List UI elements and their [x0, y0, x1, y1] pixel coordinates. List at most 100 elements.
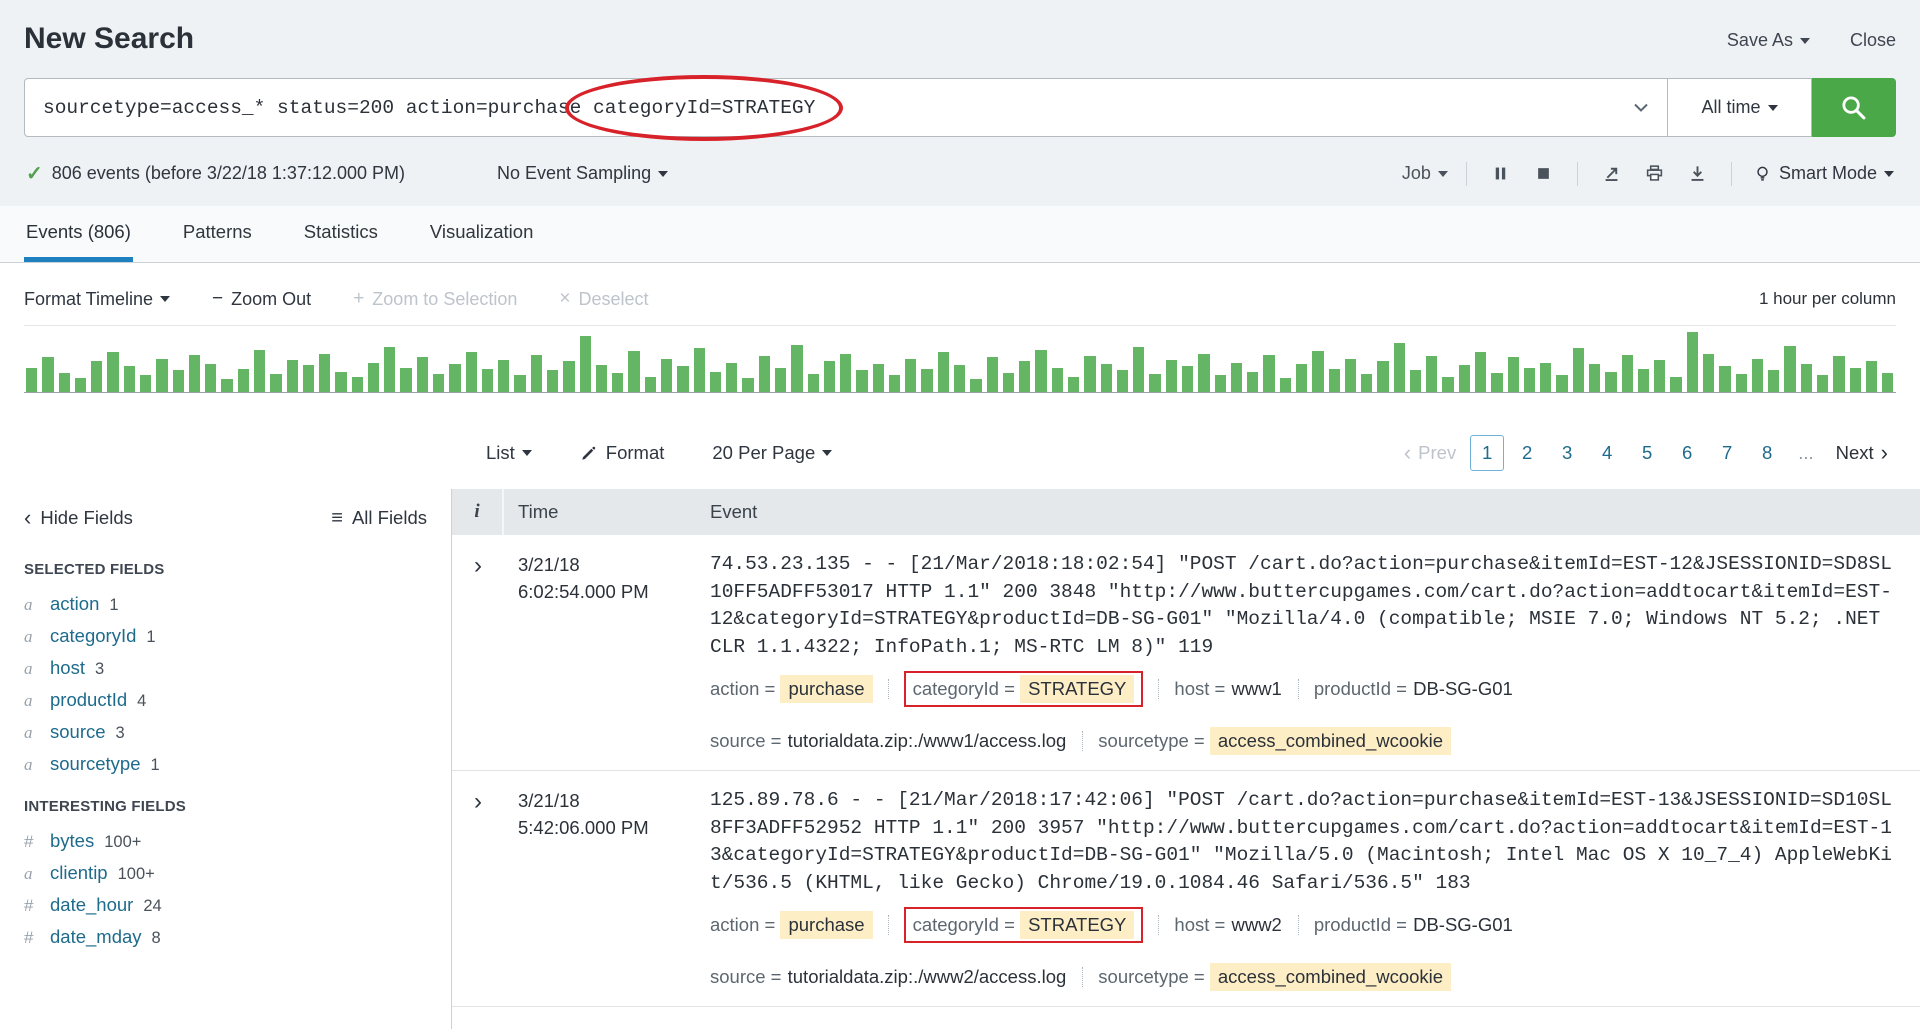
job-menu[interactable]: Job [1402, 163, 1448, 184]
timeline-bar[interactable] [26, 368, 37, 392]
timeline-bar[interactable] [1784, 346, 1795, 392]
pause-job-button[interactable] [1491, 164, 1510, 183]
format-results-button[interactable]: Format [580, 442, 665, 464]
timeline-bar[interactable] [1149, 374, 1160, 392]
timeline-bar[interactable] [1019, 361, 1030, 392]
page-button-4[interactable]: 4 [1590, 435, 1624, 471]
timeline-bar[interactable] [1573, 348, 1584, 392]
timeline-bar[interactable] [921, 369, 932, 392]
timeline-bar[interactable] [889, 375, 900, 392]
timeline-bar[interactable] [1719, 366, 1730, 392]
timeline-bar[interactable] [759, 356, 770, 392]
timeline-bar[interactable] [124, 366, 135, 392]
share-job-button[interactable] [1602, 164, 1621, 183]
field-tag-productId[interactable]: productId = DB-SG-G01 [1314, 912, 1514, 938]
timeline-bar[interactable] [335, 372, 346, 392]
save-as-menu[interactable]: Save As [1727, 30, 1810, 51]
timeline-bar[interactable] [1394, 343, 1405, 392]
zoom-to-selection-button[interactable]: + Zoom to Selection [353, 288, 517, 310]
timeline-bar[interactable] [1508, 357, 1519, 392]
timeline-bar[interactable] [514, 375, 525, 392]
timeline-bar[interactable] [384, 347, 395, 392]
page-button-3[interactable]: 3 [1550, 435, 1584, 471]
field-item-categoryId[interactable]: acategoryId1 [24, 620, 427, 652]
timeline-bar[interactable] [1215, 375, 1226, 392]
field-tag-categoryId[interactable]: categoryId = STRATEGY [904, 907, 1144, 943]
all-fields-button[interactable]: ≡ All Fields [331, 507, 427, 529]
timeline-bar[interactable] [303, 365, 314, 392]
timeline-bar[interactable] [1198, 354, 1209, 392]
timeline-bar[interactable] [840, 354, 851, 392]
page-button-6[interactable]: 6 [1670, 435, 1704, 471]
timeline-chart[interactable] [24, 325, 1896, 393]
field-tag-value[interactable]: DB-SG-G01 [1412, 912, 1514, 938]
timeline-bar[interactable] [1638, 369, 1649, 392]
timeline-bar[interactable] [1524, 368, 1535, 392]
timeline-bar[interactable] [1182, 366, 1193, 392]
timeline-bar[interactable] [1280, 378, 1291, 392]
timeline-bar[interactable] [987, 357, 998, 392]
timeline-bar[interactable] [726, 363, 737, 392]
timeline-bar[interactable] [1263, 355, 1274, 392]
event-raw-text[interactable]: 125.89.78.6 - - [21/Mar/2018:17:42:06] "… [710, 787, 1892, 897]
timeline-bar[interactable] [563, 361, 574, 392]
timeline-bar[interactable] [905, 359, 916, 392]
timeline-bar[interactable] [1231, 363, 1242, 392]
timeline-bar[interactable] [417, 357, 428, 392]
timeline-bar[interactable] [1654, 360, 1665, 392]
timeline-bar[interactable] [1752, 359, 1763, 392]
timeline-bar[interactable] [91, 361, 102, 392]
tab-visualization[interactable]: Visualization [428, 206, 536, 262]
timeline-bar[interactable] [970, 379, 981, 392]
timeline-bar[interactable] [1035, 350, 1046, 392]
timeline-bar[interactable] [547, 370, 558, 392]
field-tag-value[interactable]: purchase [780, 675, 872, 703]
per-page-menu[interactable]: 20 Per Page [712, 442, 832, 464]
timeline-bar[interactable] [482, 369, 493, 392]
field-tag-categoryId[interactable]: categoryId = STRATEGY [904, 671, 1144, 707]
expand-event-icon[interactable]: › [474, 554, 482, 578]
export-button[interactable] [1688, 164, 1707, 183]
event-raw-text[interactable]: 74.53.23.135 - - [21/Mar/2018:18:02:54] … [710, 551, 1892, 661]
timeline-bar[interactable] [873, 364, 884, 392]
field-item-source[interactable]: asource3 [24, 716, 427, 748]
search-input[interactable]: sourcetype=access_* status=200 action=pu… [24, 78, 1668, 137]
timeline-bar[interactable] [1801, 364, 1812, 392]
timeline-bar[interactable] [661, 359, 672, 392]
page-button-2[interactable]: 2 [1510, 435, 1544, 471]
hide-fields-button[interactable]: ‹ Hide Fields [24, 507, 133, 529]
field-tag-value[interactable]: purchase [780, 911, 872, 939]
timeline-bar[interactable] [1377, 361, 1388, 392]
field-item-date_hour[interactable]: #date_hour24 [24, 889, 427, 921]
timeline-bar[interactable] [319, 354, 330, 392]
timeline-bar[interactable] [1540, 363, 1551, 392]
timeline-bar[interactable] [791, 345, 802, 392]
time-column-header[interactable]: Time [504, 489, 710, 535]
page-button-7[interactable]: 7 [1710, 435, 1744, 471]
timeline-bar[interactable] [107, 352, 118, 392]
timeline-bar[interactable] [775, 368, 786, 392]
timeline-bar[interactable] [1687, 332, 1698, 392]
timeline-bar[interactable] [954, 365, 965, 392]
timeline-bar[interactable] [270, 374, 281, 392]
deselect-button[interactable]: × Deselect [559, 288, 648, 310]
timeline-bar[interactable] [1768, 370, 1779, 392]
field-tag-source[interactable]: source = tutorialdata.zip:./www2/access.… [710, 964, 1067, 990]
timeline-bar[interactable] [742, 378, 753, 392]
event-sampling-menu[interactable]: No Event Sampling [497, 163, 668, 184]
field-tag-host[interactable]: host = www1 [1174, 676, 1282, 702]
timeline-bar[interactable] [368, 363, 379, 392]
field-tag-value[interactable]: www2 [1230, 912, 1282, 938]
field-item-productId[interactable]: aproductId4 [24, 684, 427, 716]
timeline-bar[interactable] [580, 336, 591, 392]
field-item-sourcetype[interactable]: asourcetype1 [24, 748, 427, 780]
field-tag-action[interactable]: action = purchase [710, 911, 873, 939]
timeline-bar[interactable] [596, 365, 607, 392]
timeline-bar[interactable] [498, 360, 509, 392]
timeline-bar[interactable] [156, 359, 167, 392]
timeline-bar[interactable] [1410, 370, 1421, 392]
print-button[interactable] [1645, 164, 1664, 183]
timeline-bar[interactable] [1703, 354, 1714, 392]
timeline-bar[interactable] [1133, 347, 1144, 392]
timeline-bar[interactable] [628, 351, 639, 392]
